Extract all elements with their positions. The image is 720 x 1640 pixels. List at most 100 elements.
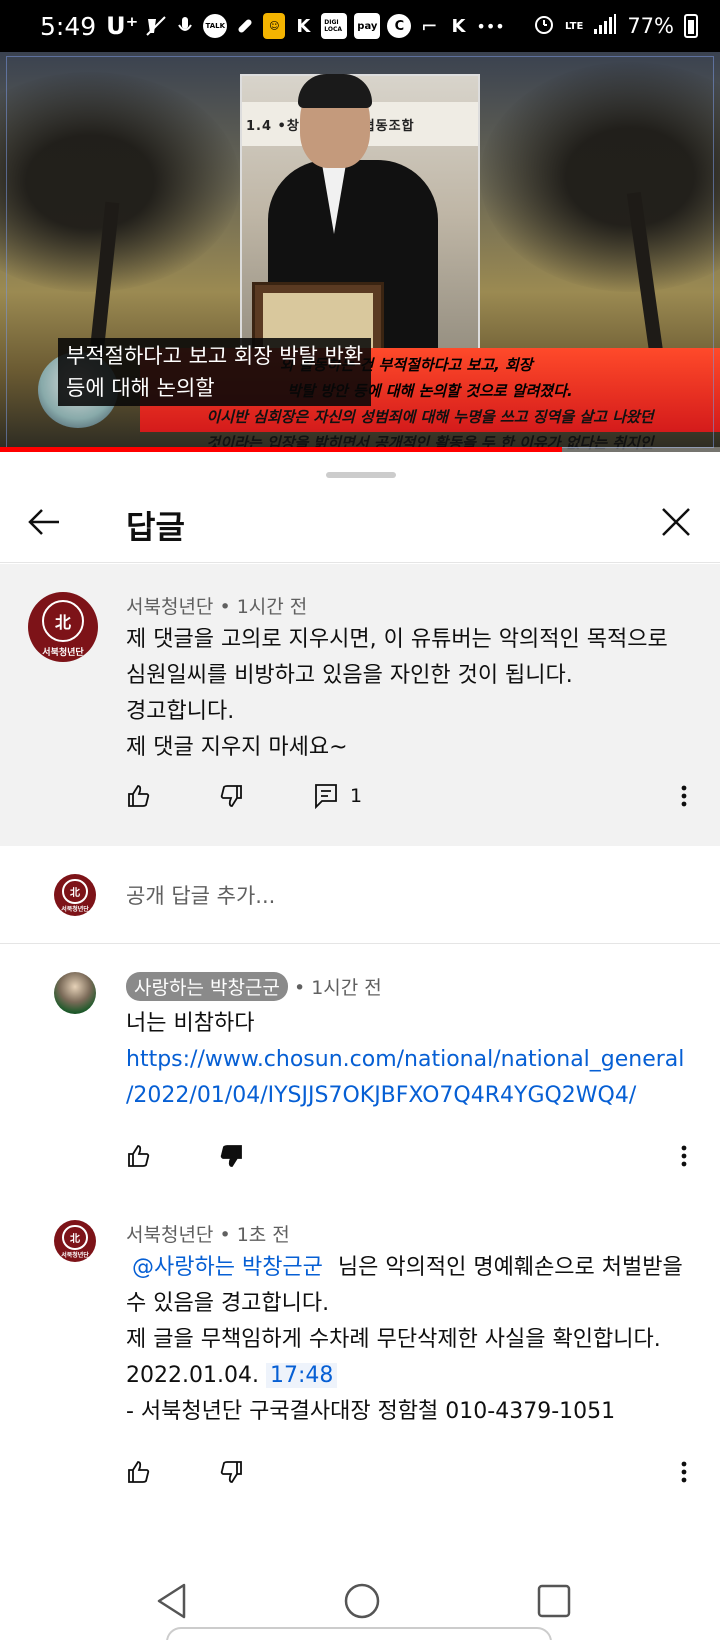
sheet-title: 답글 xyxy=(126,508,185,546)
comment-author[interactable]: 서북청년단 xyxy=(126,596,213,618)
circle-home-icon xyxy=(344,1583,380,1619)
comment-time: 1시간 전 xyxy=(236,596,308,618)
dislike-button[interactable] xyxy=(218,774,244,818)
reply-meta: 사랑하는 박창근군 • 1시간 전 xyxy=(126,972,382,1001)
like-button[interactable] xyxy=(126,1450,152,1494)
comment-line: 제 댓글을 고의로 지우시면, 이 유튜버는 악의적인 목적으로 xyxy=(126,627,668,652)
reply-text: 수 있음을 경고합니다. xyxy=(126,1291,330,1316)
reply-author[interactable]: 서북청년단 xyxy=(126,1224,213,1246)
comment-meta: 서북청년단 • 1시간 전 xyxy=(126,596,308,618)
thumbs-down-icon xyxy=(220,1461,242,1483)
seal-icon: 北 xyxy=(62,1225,88,1251)
c-icon: C xyxy=(387,14,412,38)
nav-recents-button[interactable] xyxy=(530,1577,578,1625)
battery-icon xyxy=(684,14,698,38)
system-nav-bar xyxy=(0,1565,720,1640)
status-time: 5:49 xyxy=(40,11,97,41)
thumbs-down-icon xyxy=(220,785,242,807)
thumbs-up-icon xyxy=(128,1145,150,1167)
reply-text: 님은 악의적인 명예훼손으로 처벌받을 xyxy=(337,1255,683,1280)
more-options-button[interactable] xyxy=(672,774,696,818)
seal-icon: 北 xyxy=(42,600,84,643)
comment-line: 제 댓글 지우지 마세요~ xyxy=(126,735,348,760)
dislike-button[interactable] xyxy=(218,1134,244,1178)
like-button[interactable] xyxy=(126,774,152,818)
thumbs-up-icon xyxy=(128,785,150,807)
comment-actions: 1 xyxy=(126,774,696,818)
reply-text: 제 글을 무책임하게 수차례 무단삭제한 사실을 확인합니다. xyxy=(126,1327,661,1352)
alarm-icon xyxy=(533,13,555,40)
more-options-button[interactable] xyxy=(672,1134,696,1178)
status-bar: 5:49 U⁺ TALK ☺ K DIGI LOCA pay C ⌐ K •••… xyxy=(0,0,720,52)
more-vert-icon xyxy=(681,1461,687,1483)
add-reply-input[interactable]: 공개 답글 추가... xyxy=(126,880,275,910)
thumbs-up-icon xyxy=(128,1461,150,1483)
more-notifs-icon: ••• xyxy=(476,16,505,36)
carrier-label: U⁺ xyxy=(106,12,139,40)
avatar[interactable] xyxy=(54,972,96,1014)
avatar: 北 서북청년단 xyxy=(54,874,96,916)
video-frame xyxy=(6,56,714,448)
more-vert-icon xyxy=(681,785,687,807)
triangle-back-icon xyxy=(157,1583,186,1619)
reply-link[interactable]: /2022/01/04/IYSJJS7OKJBFXO7Q4R4YGQ2WQ4/ xyxy=(126,1078,684,1114)
mute-icon xyxy=(145,13,167,39)
reply-actions xyxy=(126,1134,696,1178)
reply-button[interactable]: 1 xyxy=(314,774,362,818)
notification-icons: U⁺ TALK ☺ K DIGI LOCA pay C ⌐ K ••• xyxy=(106,12,533,40)
more-vert-icon xyxy=(681,1145,687,1167)
avatar-label: 서북청년단 xyxy=(61,906,89,914)
timestamp-link[interactable]: 17:48 xyxy=(265,1363,338,1388)
mention-link[interactable]: @사랑하는 박창근군 xyxy=(126,1255,323,1280)
pay-icon: pay xyxy=(354,13,381,39)
reply-count: 1 xyxy=(350,785,363,807)
comment-line: 심원일씨를 비방하고 있음을 자인한 것이 됩니다. xyxy=(126,663,573,688)
comment-body: 제 댓글을 고의로 지우시면, 이 유튜버는 악의적인 목적으로 심원일씨를 비… xyxy=(126,622,668,766)
battery-percent: 77% xyxy=(627,14,674,38)
reply-link[interactable]: https://www.chosun.com/national/national… xyxy=(126,1042,684,1078)
dash-icon: ⌐ xyxy=(421,14,438,38)
nav-back-button[interactable] xyxy=(148,1577,196,1625)
comment-line: 경고합니다. xyxy=(126,699,235,724)
network-label: LTE xyxy=(564,20,584,32)
video-player[interactable]: 1.4 •창 딩 연예인협동조합 와 활동하는 건 부적절하다고 보고, 회장 … xyxy=(0,52,720,452)
reply-item: 사랑하는 박창근군 • 1시간 전 너는 비참하다 https://www.ch… xyxy=(0,944,720,1194)
reply-time: 1시간 전 xyxy=(311,977,382,999)
pill-icon xyxy=(234,13,256,39)
header-divider xyxy=(0,562,720,563)
reply-text: 너는 비참하다 xyxy=(126,1011,255,1036)
square-recents-icon xyxy=(537,1584,571,1618)
reply-body: 너는 비참하다 https://www.chosun.com/national/… xyxy=(126,1006,684,1114)
thumbs-down-filled-icon xyxy=(220,1145,242,1167)
app-icon: ☺ xyxy=(263,13,286,39)
like-button[interactable] xyxy=(126,1134,152,1178)
digi-loca-icon: DIGI LOCA xyxy=(321,13,348,39)
drag-handle[interactable] xyxy=(326,472,396,478)
replies-sheet: 답글 北 서북청년단 서북청년단 • 1시간 전 제 댓글을 고의로 지우시면,… xyxy=(0,452,720,1640)
more-options-button[interactable] xyxy=(672,1450,696,1494)
avatar-label: 서북청년단 xyxy=(61,1252,89,1260)
close-icon xyxy=(662,508,690,536)
close-button[interactable] xyxy=(654,500,698,544)
reply-time: 1초 전 xyxy=(236,1224,290,1246)
k2-icon: K xyxy=(451,15,466,37)
avatar[interactable]: 北 서북청년단 xyxy=(54,1220,96,1262)
k-icon: K xyxy=(296,15,311,37)
mic-icon xyxy=(174,13,196,39)
parent-comment: 北 서북청년단 서북청년단 • 1시간 전 제 댓글을 고의로 지우시면, 이 … xyxy=(0,564,720,846)
signal-icon xyxy=(593,13,617,40)
status-right: LTE 77% xyxy=(533,13,698,40)
talk-icon: TALK xyxy=(203,14,228,38)
avatar[interactable]: 北 서북청년단 xyxy=(28,592,98,662)
add-reply-row: 北 서북청년단 공개 답글 추가... xyxy=(0,846,720,942)
nav-home-button[interactable] xyxy=(338,1577,386,1625)
back-button[interactable] xyxy=(22,500,66,544)
reply-body: @사랑하는 박창근군 님은 악의적인 명예훼손으로 처벌받을 수 있음을 경고합… xyxy=(126,1250,683,1430)
dislike-button[interactable] xyxy=(218,1450,244,1494)
reply-item: 北 서북청년단 서북청년단 • 1초 전 @사랑하는 박창근군 님은 악의적인 … xyxy=(0,1194,720,1524)
sheet-header: 답글 xyxy=(0,482,720,562)
reply-author[interactable]: 사랑하는 박창근군 xyxy=(126,972,288,1001)
reply-actions xyxy=(126,1450,696,1494)
back-arrow-icon xyxy=(28,509,59,535)
seal-icon: 北 xyxy=(62,879,88,905)
